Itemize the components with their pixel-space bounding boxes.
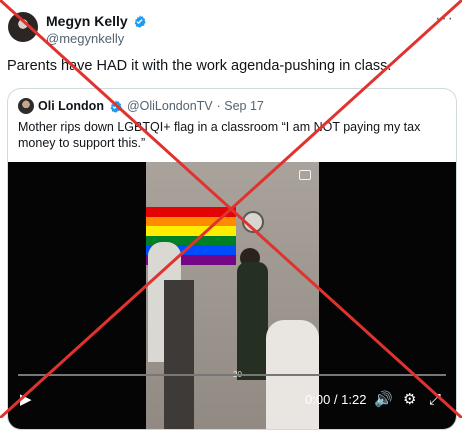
podium <box>164 280 194 429</box>
author-handle[interactable]: @megynkelly <box>46 31 124 46</box>
mini-player-icon[interactable] <box>299 170 311 180</box>
verified-badge-icon <box>110 99 122 113</box>
video-frame <box>146 162 319 429</box>
wall-clock <box>242 211 264 233</box>
quoted-avatar[interactable] <box>18 98 34 114</box>
mother-figure <box>237 262 268 380</box>
fullscreen-icon[interactable]: ⤢ <box>429 392 441 407</box>
video-time: 0:00 / 1:22 <box>305 392 367 407</box>
tweet-text: Parents have HAD it with the work agenda… <box>7 58 392 74</box>
author-avatar[interactable] <box>8 12 38 42</box>
video-player[interactable]: 20 ▶ 0:00 / 1:22 🔊 ⚙ ⤢ <box>8 162 456 429</box>
tweet-card: Megyn Kelly @megynkelly ··· Parents have… <box>0 0 462 430</box>
video-progress-bar[interactable] <box>18 374 446 376</box>
author-name[interactable]: Megyn Kelly <box>46 13 128 29</box>
author-name-row[interactable]: Megyn Kelly <box>46 13 147 29</box>
play-icon[interactable]: ▶ <box>20 392 32 407</box>
quoted-header: Oli London @OliLondonTV · Sep 17 <box>18 98 264 114</box>
verified-badge-icon <box>134 14 146 28</box>
quoted-date[interactable]: · Sep 17 <box>217 99 264 113</box>
quoted-tweet[interactable]: Oli London @OliLondonTV · Sep 17 Mother … <box>7 88 457 430</box>
volume-icon[interactable]: 🔊 <box>374 392 393 407</box>
settings-icon[interactable]: ⚙ <box>403 392 416 407</box>
quoted-author-name[interactable]: Oli London <box>38 99 104 113</box>
quoted-text: Mother rips down LGBTQI+ flag in a class… <box>18 120 421 150</box>
quoted-author-handle[interactable]: @OliLondonTV <box>127 99 213 113</box>
more-icon[interactable]: ··· <box>435 10 454 28</box>
